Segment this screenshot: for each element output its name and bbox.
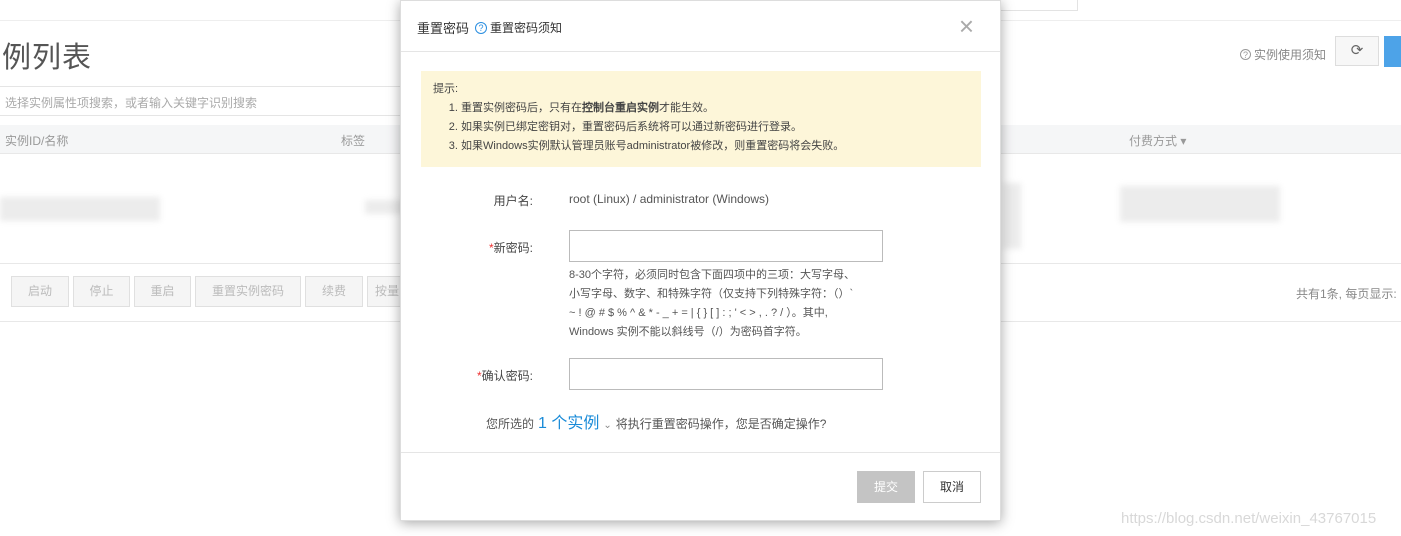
reset-notice-link[interactable]: ? 重置密码须知 (475, 19, 562, 36)
reset-password-dialog: 重置密码 ? 重置密码须知 × 提示: 重置实例密码后，只有在控制台重启实例才能… (400, 0, 1001, 521)
refresh-icon: ⟳ (1350, 42, 1364, 59)
password-hint: 8-30个字符，必须同时包含下面四项中的三项：大写字母、 小写字母、数字、和特殊… (569, 269, 856, 338)
username-value: root (Linux) / administrator (Windows) (569, 192, 770, 206)
stop-button[interactable]: 停止 (73, 276, 130, 307)
dialog-title: 重置密码 ? 重置密码须知 (417, 18, 562, 37)
renew-button[interactable]: 续费 (305, 276, 363, 307)
table-row-redacted (1120, 186, 1280, 222)
help-icon: ? (1240, 49, 1251, 60)
username-label: 用户名: (493, 194, 533, 208)
table-row-redacted (1003, 183, 1021, 249)
tips-list: 重置实例密码后，只有在控制台重启实例才能生效。 如果实例已绑定密钥对，重置密码后… (433, 99, 969, 156)
table-row-redacted (0, 197, 160, 221)
help-icon: ? (475, 21, 488, 34)
confirm-suffix: 将执行重置密码操作，您是否确定操作? (615, 417, 827, 431)
column-instance-id: 实例ID/名称 (5, 134, 69, 148)
watermark: https://blog.csdn.net/weixin_43767015 (1121, 510, 1377, 527)
top-input-box (1000, 0, 1078, 11)
dialog-title-text: 重置密码 (417, 21, 470, 36)
search-input[interactable]: 选择实例属性项搜索，或者输入关键字识别搜索 (0, 86, 410, 116)
confirm-message: 您所选的 1 个实例 ⌄ 将执行重置密码操作，您是否确定操作? (486, 409, 826, 433)
start-button[interactable]: 启动 (11, 276, 69, 307)
restart-button[interactable]: 重启 (134, 276, 191, 307)
tips-box: 提示: 重置实例密码后，只有在控制台重启实例才能生效。 如果实例已绑定密钥对，重… (421, 71, 981, 167)
cancel-button[interactable]: 取消 (923, 471, 981, 503)
reset-password-button[interactable]: 重置实例密码 (195, 276, 301, 307)
refresh-button[interactable]: ⟳ (1335, 36, 1379, 66)
selected-instances-link[interactable]: 1 个实例 (538, 409, 599, 433)
reset-notice-label: 重置密码须知 (490, 21, 563, 35)
close-icon[interactable]: × (959, 13, 974, 39)
column-billing[interactable]: 付费方式 ▾ (1129, 132, 1186, 149)
usage-notice-link[interactable]: ? 实例使用须知 (1240, 46, 1326, 63)
tip-item: 重置实例密码后，只有在控制台重启实例才能生效。 (461, 99, 969, 118)
create-instance-button[interactable] (1384, 36, 1401, 67)
submit-button[interactable]: 提交 (857, 471, 915, 503)
pagination-count: 共有1条, 每页显示: (1296, 287, 1397, 301)
tips-title: 提示: (433, 83, 459, 95)
tip-item: 如果Windows实例默认管理员账号administrator被修改，则重置密码… (461, 137, 969, 156)
confirm-prefix: 您所选的 (486, 417, 535, 431)
dialog-header: 重置密码 ? 重置密码须知 × (401, 1, 1000, 52)
new-password-field[interactable] (569, 230, 883, 262)
confirm-password-field[interactable] (569, 358, 883, 390)
chevron-down-icon[interactable]: ⌄ (603, 420, 611, 431)
dialog-footer-divider (401, 452, 1000, 453)
usage-notice-label: 实例使用须知 (1254, 48, 1327, 62)
tip-item: 如果实例已绑定密钥对，重置密码后系统将可以通过新密码进行登录。 (461, 118, 969, 137)
page-title: 例列表 (2, 42, 93, 74)
column-tags: 标签 (341, 134, 366, 148)
confirm-password-label: *确认密码: (476, 369, 533, 383)
new-password-label: *新密码: (488, 241, 533, 255)
